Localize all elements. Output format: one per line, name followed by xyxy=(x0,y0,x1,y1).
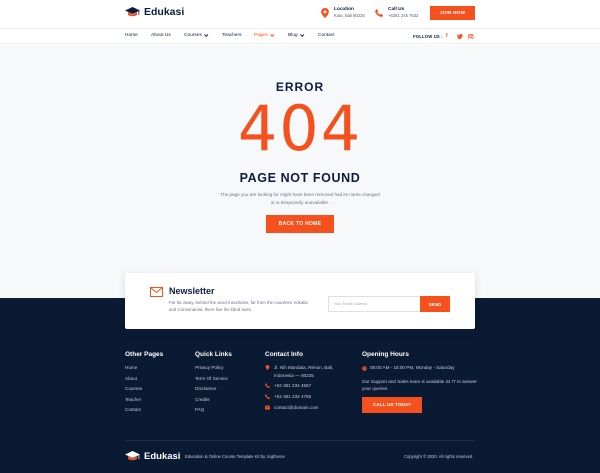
call-us-today-button[interactable]: CALL US TODAY xyxy=(362,397,422,413)
opening-hours-heading: Opening Hours xyxy=(362,351,409,358)
contact-email: contact@domain.com xyxy=(265,405,319,411)
phone-1-text[interactable]: +62 361 234 4567 xyxy=(274,383,311,389)
nav-label: Teachers xyxy=(222,33,242,38)
nav-item-teachers[interactable]: Teachers xyxy=(222,33,241,38)
join-now-button[interactable]: JOIN NOW xyxy=(430,6,475,20)
nav-label: Courses xyxy=(184,33,202,38)
nav-label: About Us xyxy=(151,33,171,38)
twitter-icon[interactable] xyxy=(457,34,463,39)
top-header: Edukasi Location Kuta, Bali 80225 Call U… xyxy=(0,0,600,28)
footer-link-privacy[interactable]: Privacy Policy xyxy=(195,365,228,376)
nav-label: Home xyxy=(125,33,138,38)
footer-link-terms[interactable]: Term Of Service xyxy=(195,376,228,387)
phone-icon xyxy=(265,394,270,399)
footer-logo[interactable]: Edukasi xyxy=(125,451,180,462)
contact-phone-2: +62 361 234 4765 xyxy=(265,394,311,400)
phone-icon xyxy=(265,383,270,388)
error-title: PAGE NOT FOUND xyxy=(239,171,361,185)
error-code: 404 xyxy=(237,92,363,165)
other-pages-list: Home About Courses Teacher Contact xyxy=(125,365,142,418)
nav-label: Contact xyxy=(318,33,335,38)
footer-tagline: Education & Online Course Template Kit b… xyxy=(185,454,285,459)
phone-2-text[interactable]: +62 361 234 4765 xyxy=(274,394,311,400)
facebook-icon[interactable]: f xyxy=(446,33,448,39)
nav-item-contact[interactable]: Contact xyxy=(318,33,335,38)
call-value: +6281 245 7632 xyxy=(388,13,419,18)
footer-link-home[interactable]: Home xyxy=(125,365,142,376)
nav-label: Blog xyxy=(288,33,298,38)
address-line-1: Jl. Nih Mandala, Renon, Bali, xyxy=(274,365,334,370)
brand-name: Edukasi xyxy=(144,6,185,18)
contact-address: Jl. Nih Mandala, Renon, Bali, Indonesia … xyxy=(265,365,333,379)
envelope-icon xyxy=(150,287,163,297)
contact-info-heading: Contact Info xyxy=(265,351,303,358)
call-info: Call Us +6281 245 7632 xyxy=(375,7,418,19)
address-line-2: Indonesia — 80225 xyxy=(274,373,314,378)
footer-link-courses[interactable]: Courses xyxy=(125,386,142,397)
footer-link-contact[interactable]: Contact xyxy=(125,407,142,418)
nav-item-about[interactable]: About Us xyxy=(151,33,171,38)
nav-item-home[interactable]: Home xyxy=(125,33,138,38)
contact-phone-1: +62 361 234 4567 xyxy=(265,383,311,389)
chevron-down-icon xyxy=(203,32,209,37)
map-pin-icon xyxy=(265,365,270,370)
location-value: Kuta, Bali 80225 xyxy=(334,13,365,18)
instagram-icon[interactable] xyxy=(468,33,474,40)
location-info: Location Kuta, Bali 80225 xyxy=(321,7,365,19)
nav-item-pages[interactable]: Pages xyxy=(254,32,274,38)
main-nav: Home About Us Courses Teachers Pages Blo… xyxy=(0,28,600,44)
map-pin-icon xyxy=(321,8,329,18)
footer-link-faq[interactable]: FAQ xyxy=(195,407,228,418)
follow-us-label: FOLLOW US : xyxy=(413,34,443,39)
opening-time-text: 08:00 AM - 15:00 PM, Monday - Saturday xyxy=(370,365,455,370)
quick-links-list: Privacy Policy Term Of Service Disclaime… xyxy=(195,365,228,418)
opening-time: 08:00 AM - 15:00 PM, Monday - Saturday xyxy=(362,365,455,371)
footer-link-credits[interactable]: Credits xyxy=(195,397,228,408)
nav-label: Pages xyxy=(254,33,268,38)
other-pages-heading: Other Pages xyxy=(125,351,164,358)
footer-link-disclaimer[interactable]: Disclaimer xyxy=(195,386,228,397)
footer-link-teacher[interactable]: Teacher xyxy=(125,397,142,408)
back-to-home-button[interactable]: BACK TO HOME xyxy=(266,215,334,233)
phone-icon xyxy=(375,9,383,17)
nav-item-blog[interactable]: Blog xyxy=(288,32,304,38)
quick-links-heading: Quick Links xyxy=(195,351,232,358)
send-button[interactable]: SEND xyxy=(420,296,450,312)
graduation-cap-icon xyxy=(125,6,140,16)
clock-icon xyxy=(362,365,367,371)
newsletter-description: Far far away, behind the word mountains,… xyxy=(169,300,308,312)
chevron-down-icon xyxy=(299,32,304,37)
error-description: The page you are looking for might have … xyxy=(220,192,380,205)
chevron-down-icon xyxy=(269,32,274,37)
email-text[interactable]: contact@domain.com xyxy=(274,405,319,411)
newsletter-card: Newsletter Far far away, behind the word… xyxy=(125,273,475,329)
footer-copyright: Copyright © 2020. All rights reserved. xyxy=(404,454,474,459)
newsletter-title: Newsletter xyxy=(169,286,215,296)
nav-item-courses[interactable]: Courses xyxy=(184,32,209,38)
graduation-cap-icon xyxy=(125,451,140,461)
footer-brand-name: Edukasi xyxy=(144,451,181,462)
footer-link-about[interactable]: About xyxy=(125,376,142,387)
footer-divider xyxy=(125,440,475,441)
support-text: Our Support and Sales team is available … xyxy=(362,379,477,391)
newsletter-email-input[interactable]: Your Email Address xyxy=(328,296,422,312)
brand-logo[interactable]: Edukasi xyxy=(125,6,184,18)
mail-icon xyxy=(265,405,270,410)
